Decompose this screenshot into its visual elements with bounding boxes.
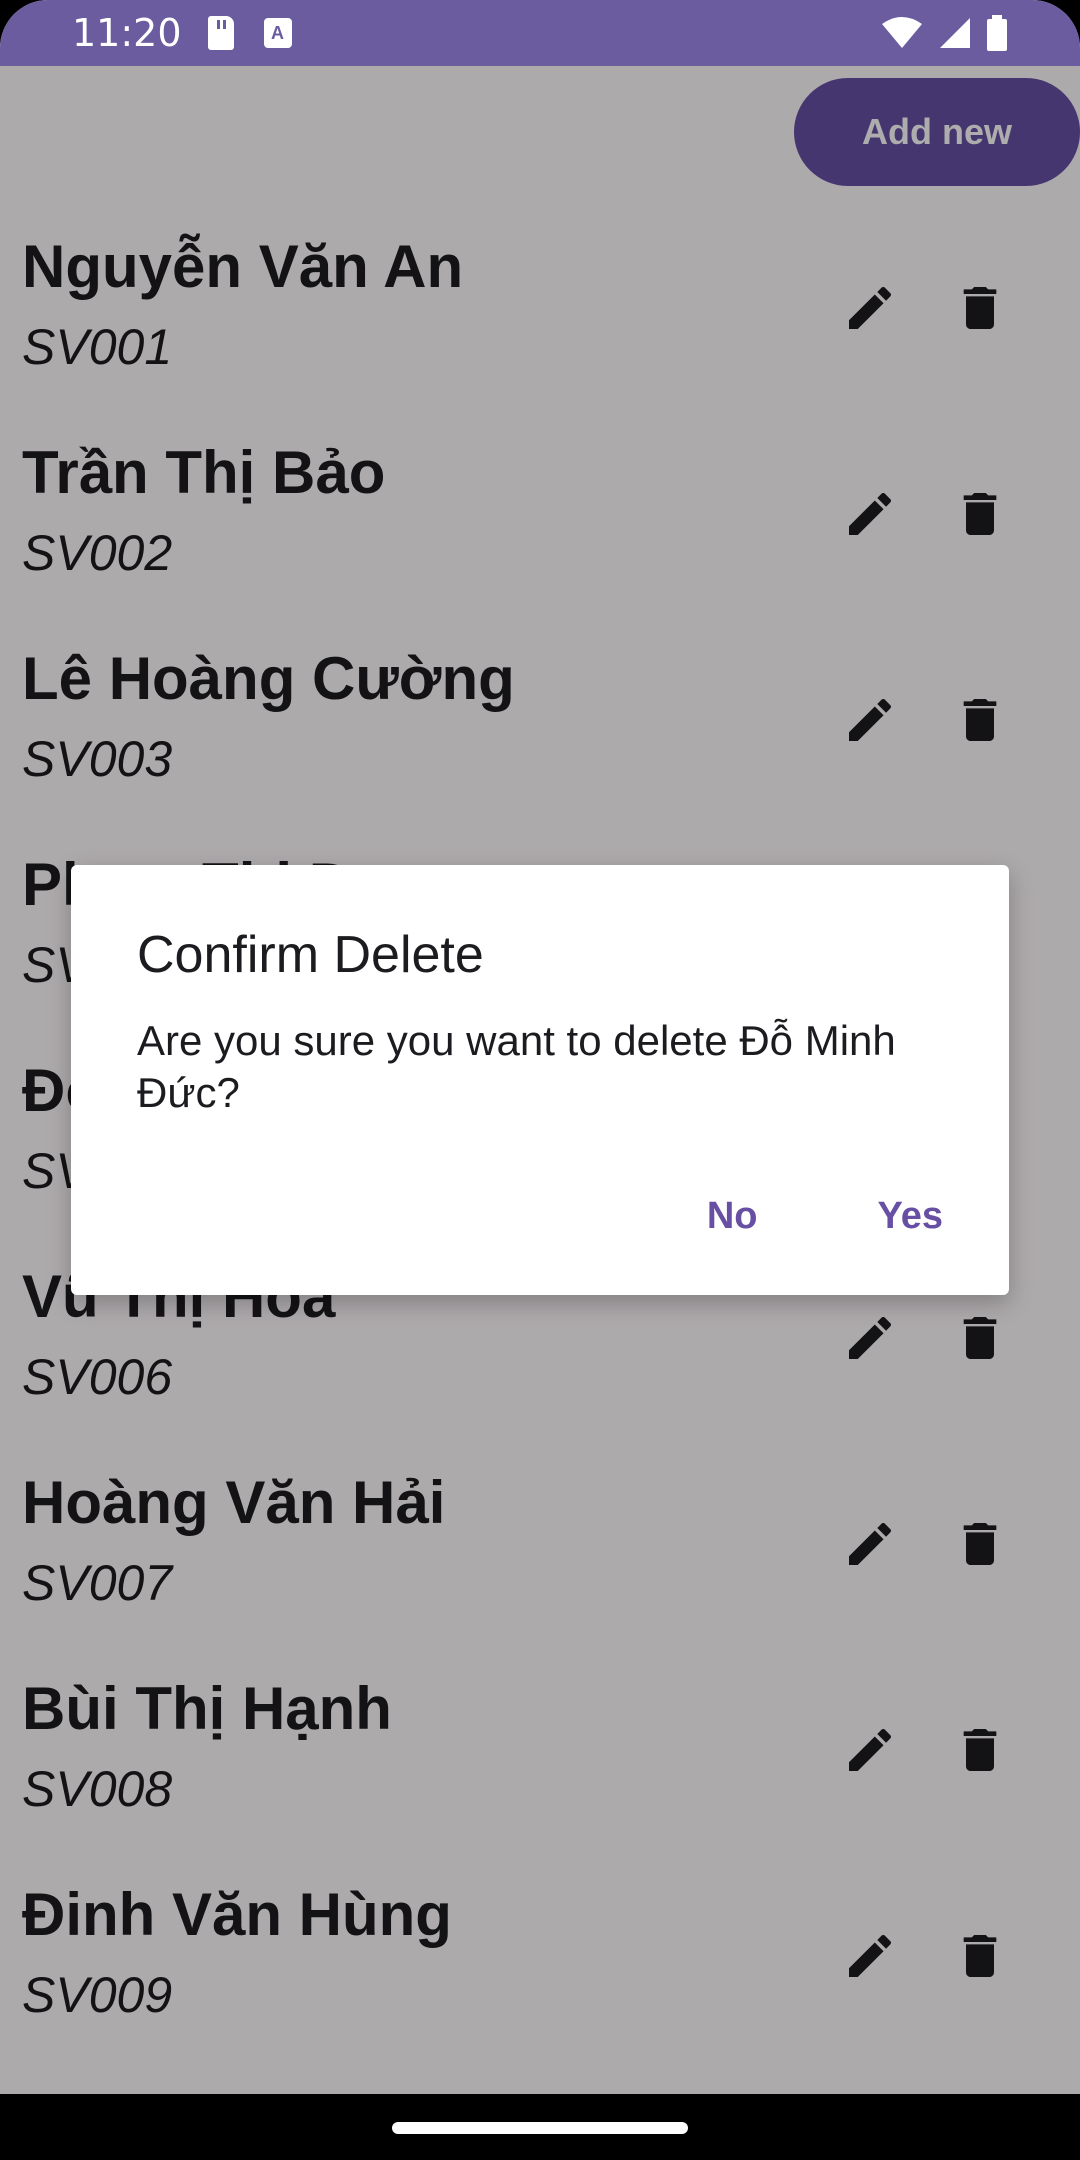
no-button[interactable]: No xyxy=(707,1195,758,1238)
navigation-bar xyxy=(0,2094,1080,2160)
keyboard-a-icon: A xyxy=(263,18,292,48)
battery-icon xyxy=(987,15,1007,51)
confirm-delete-dialog: Confirm Delete Are you sure you want to … xyxy=(71,865,1009,1295)
sd-card-icon xyxy=(207,16,234,50)
status-bar: 11:20 A xyxy=(0,0,1080,66)
wifi-icon xyxy=(882,17,922,48)
yes-button[interactable]: Yes xyxy=(877,1195,943,1238)
home-gesture-handle[interactable] xyxy=(392,2122,688,2134)
dialog-title: Confirm Delete xyxy=(137,926,484,984)
status-time: 11:20 xyxy=(72,11,182,55)
dialog-message: Are you sure you want to delete Đỗ Minh … xyxy=(137,1017,896,1116)
app-screen: 11:20 A Add new Nguyễn Văn An SV001 Trần… xyxy=(0,0,1080,2160)
signal-icon xyxy=(940,18,970,48)
